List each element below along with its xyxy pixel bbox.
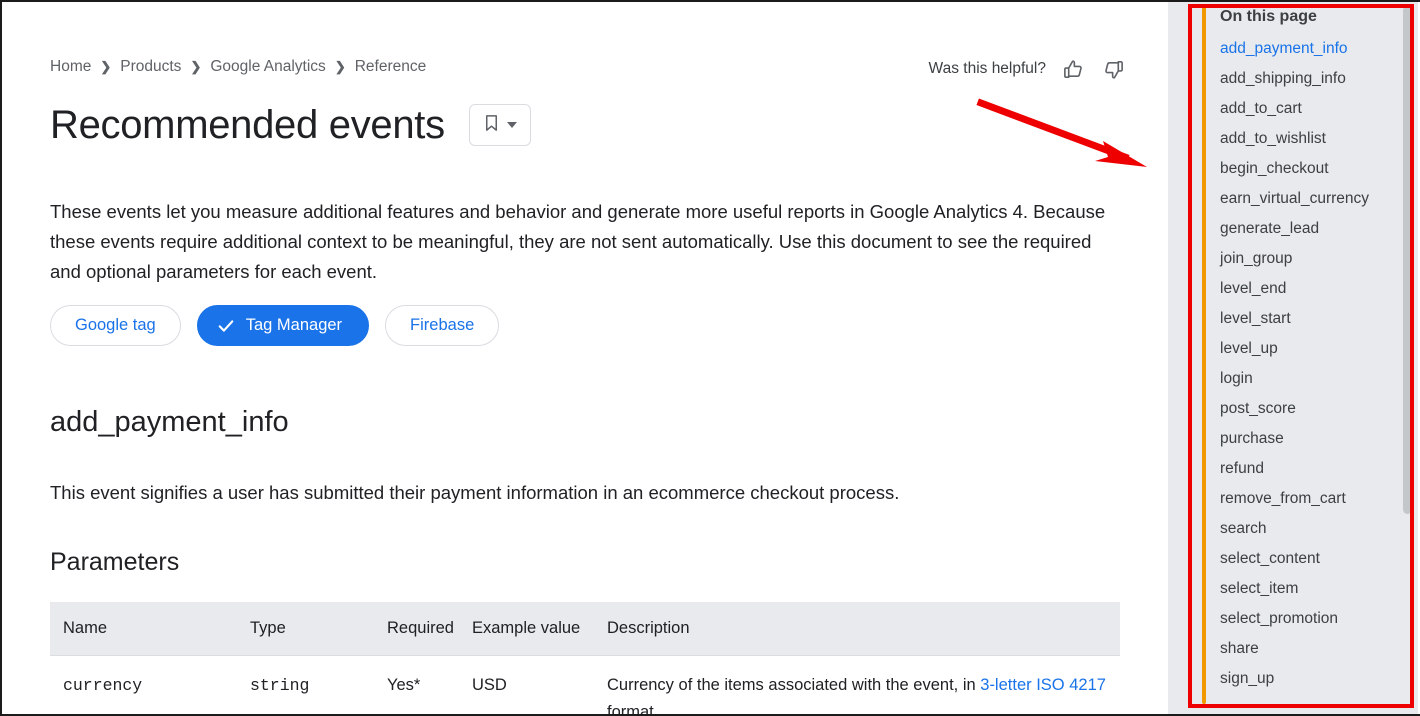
sidebar-accent-bar (1202, 6, 1206, 704)
feedback-section: Was this helpful? (929, 56, 1126, 82)
check-icon (216, 316, 236, 336)
tab-google-tag-label: Google tag (75, 316, 156, 334)
sidebar-item-refund[interactable]: refund (1220, 454, 1405, 484)
breadcrumb-item-home[interactable]: Home (50, 58, 91, 76)
sidebar-item-earn-virtual-currency[interactable]: earn_virtual_currency (1220, 184, 1405, 214)
parameters-table: Name Type Required Example value Descrip… (50, 602, 1120, 714)
breadcrumb-item-reference[interactable]: Reference (355, 58, 427, 76)
description-text-before: Currency of the items associated with th… (607, 676, 981, 694)
sidebar-item-level-start[interactable]: level_start (1220, 304, 1405, 334)
breadcrumb-separator-icon: ❯ (100, 59, 112, 74)
thumb-up-icon[interactable] (1060, 56, 1086, 82)
table-row: currency string Yes* USD Currency of the… (50, 655, 1120, 714)
column-header-type: Type (250, 602, 387, 656)
sidebar-item-select-content[interactable]: select_content (1220, 544, 1405, 574)
breadcrumb-item-products[interactable]: Products (120, 58, 181, 76)
sidebar-item-add-to-wishlist[interactable]: add_to_wishlist (1220, 124, 1405, 154)
tab-firebase[interactable]: Firebase (385, 305, 500, 346)
sidebar-scrollbar-thumb[interactable] (1403, 6, 1412, 514)
cell-name: currency (50, 655, 250, 714)
intro-paragraph: These events let you measure additional … (50, 201, 1106, 282)
parameters-heading: Parameters (50, 548, 180, 576)
tab-tag-manager[interactable]: Tag Manager (196, 305, 370, 346)
column-header-required: Required (387, 602, 472, 656)
sidebar-item-sign-up[interactable]: sign_up (1220, 664, 1405, 694)
screenshot-root: Home ❯ Products ❯ Google Analytics ❯ Ref… (0, 0, 1420, 716)
description-text-after: format. (607, 703, 659, 714)
sidebar-item-level-end[interactable]: level_end (1220, 274, 1405, 304)
feedback-label: Was this helpful? (928, 60, 1046, 77)
section-heading: add_payment_info (50, 406, 289, 438)
column-header-name: Name (50, 602, 250, 656)
chevron-down-icon (507, 122, 518, 128)
sidebar-item-select-promotion[interactable]: select_promotion (1220, 604, 1405, 634)
sidebar-item-share[interactable]: share (1220, 634, 1405, 664)
sidebar-heading: On this page (1220, 8, 1317, 25)
sidebar-item-add-payment-info[interactable]: add_payment_info (1220, 34, 1405, 64)
section-description: This event signifies a user has submitte… (50, 482, 900, 503)
page-title: Recommended events (50, 103, 445, 147)
tab-firebase-label: Firebase (410, 316, 475, 334)
tab-google-tag[interactable]: Google tag (50, 305, 181, 346)
cell-type: string (250, 655, 387, 714)
column-header-description: Description (607, 602, 1120, 656)
sidebar-item-add-shipping-info[interactable]: add_shipping_info (1220, 64, 1405, 94)
sidebar-item-level-up[interactable]: level_up (1220, 334, 1405, 364)
sidebar-item-remove-from-cart[interactable]: remove_from_cart (1220, 484, 1405, 514)
table-header-row: Name Type Required Example value Descrip… (50, 602, 1120, 656)
iso-4217-link[interactable]: 3-letter ISO 4217 (980, 676, 1106, 694)
bookmark-icon (482, 112, 501, 139)
column-header-example: Example value (472, 602, 607, 656)
cell-required: Yes* (387, 655, 472, 714)
cell-example: USD (472, 655, 607, 714)
sidebar-item-generate-lead[interactable]: generate_lead (1220, 214, 1405, 244)
sidebar-item-add-to-cart[interactable]: add_to_cart (1220, 94, 1405, 124)
sidebar-item-purchase[interactable]: purchase (1220, 424, 1405, 454)
sidebar-item-begin-checkout[interactable]: begin_checkout (1220, 154, 1405, 184)
thumb-down-icon[interactable] (1100, 56, 1126, 82)
page-title-row: Recommended events (50, 102, 531, 148)
cell-description: Currency of the items associated with th… (607, 655, 1120, 714)
table-of-contents: On this page add_payment_info add_shippin… (1220, 2, 1405, 694)
breadcrumb-separator-icon: ❯ (334, 59, 346, 74)
bookmark-dropdown-button[interactable] (468, 104, 531, 146)
platform-tab-group: Google tag Tag Manager Firebase (50, 305, 500, 346)
sidebar-item-search[interactable]: search (1220, 514, 1405, 544)
sidebar-item-join-group[interactable]: join_group (1220, 244, 1405, 274)
sidebar-item-select-item[interactable]: select_item (1220, 574, 1405, 604)
sidebar-item-post-score[interactable]: post_score (1220, 394, 1405, 424)
parameters-table-wrapper: Name Type Required Example value Descrip… (50, 602, 1120, 714)
sidebar-item-login[interactable]: login (1220, 364, 1405, 394)
tab-tag-manager-label: Tag Manager (245, 316, 343, 334)
breadcrumb-separator-icon: ❯ (190, 59, 202, 74)
breadcrumb-item-google-analytics[interactable]: Google Analytics (210, 58, 325, 76)
on-this-page-sidebar: On this page add_payment_info add_shippin… (1168, 2, 1418, 714)
breadcrumb: Home ❯ Products ❯ Google Analytics ❯ Ref… (50, 58, 426, 76)
main-content: Home ❯ Products ❯ Google Analytics ❯ Ref… (2, 2, 1168, 714)
